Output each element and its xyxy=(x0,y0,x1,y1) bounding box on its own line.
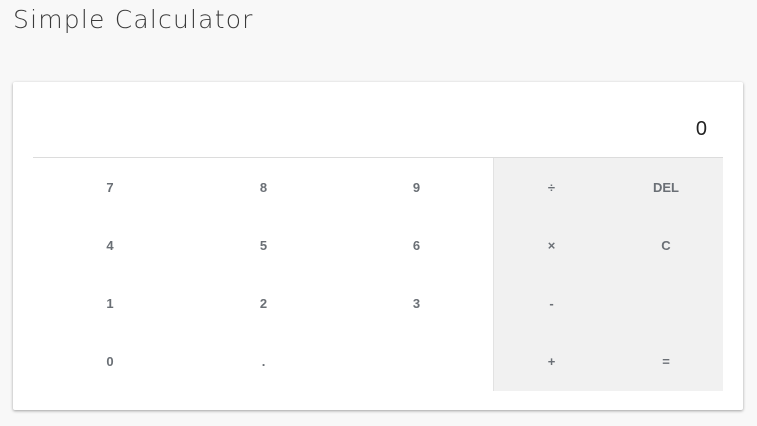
key-equals[interactable]: = xyxy=(609,332,723,391)
calculator-card: 0 7 8 9 4 5 6 1 2 3 0 . ÷ DEL × C - + = xyxy=(13,82,743,410)
display-value: 0 xyxy=(695,118,707,140)
key-2[interactable]: 2 xyxy=(187,274,340,332)
operator-pad: ÷ DEL × C - + = xyxy=(493,158,723,391)
key-clear[interactable]: C xyxy=(609,216,723,274)
key-0[interactable]: 0 xyxy=(33,332,187,391)
calculator-display: 0 xyxy=(33,82,723,158)
key-divide[interactable]: ÷ xyxy=(494,158,609,216)
key-subtract[interactable]: - xyxy=(494,274,609,332)
key-multiply[interactable]: × xyxy=(494,216,609,274)
key-8[interactable]: 8 xyxy=(187,158,340,216)
key-1[interactable]: 1 xyxy=(33,274,187,332)
key-9[interactable]: 9 xyxy=(340,158,493,216)
key-5[interactable]: 5 xyxy=(187,216,340,274)
key-6[interactable]: 6 xyxy=(340,216,493,274)
keypad: 7 8 9 4 5 6 1 2 3 0 . ÷ DEL × C - + = xyxy=(33,158,723,391)
key-decimal[interactable]: . xyxy=(187,332,340,391)
page-title: Simple Calculator xyxy=(13,5,254,34)
key-4[interactable]: 4 xyxy=(33,216,187,274)
key-delete[interactable]: DEL xyxy=(609,158,723,216)
key-empty xyxy=(340,332,493,391)
key-3[interactable]: 3 xyxy=(340,274,493,332)
number-pad: 7 8 9 4 5 6 1 2 3 0 . xyxy=(33,158,493,391)
key-7[interactable]: 7 xyxy=(33,158,187,216)
key-add[interactable]: + xyxy=(494,332,609,391)
key-empty xyxy=(609,274,723,332)
